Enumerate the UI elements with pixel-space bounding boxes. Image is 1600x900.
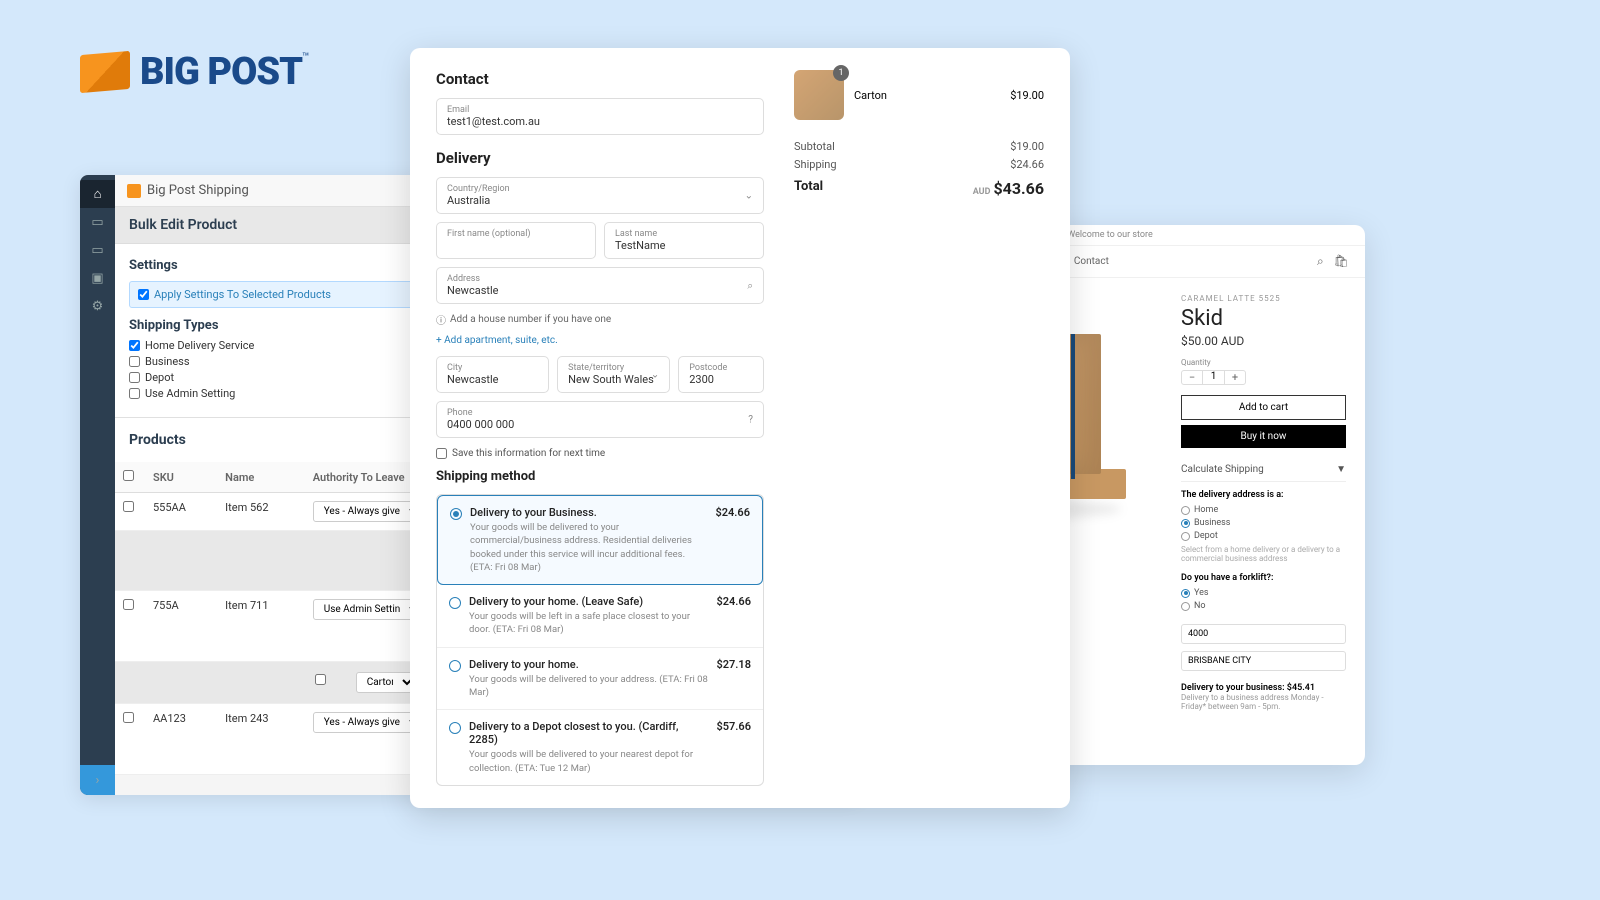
qty-plus-button[interactable]: +: [1225, 371, 1245, 384]
apply-settings-checkbox[interactable]: [138, 289, 149, 300]
delivery-result-desc: Delivery to a business address Monday - …: [1181, 693, 1346, 711]
chevron-down-icon: ⌄: [745, 190, 753, 201]
addr-depot-radio[interactable]: Depot: [1181, 531, 1346, 541]
cart-qty-badge: 1: [833, 65, 849, 81]
help-icon: ?: [748, 414, 753, 425]
ship-type-admin-checkbox[interactable]: [129, 388, 140, 399]
chevron-down-icon: ⌄: [651, 369, 659, 380]
sidebar-collapse-icon[interactable]: ›: [80, 765, 115, 795]
sidebar-home-icon[interactable]: ⌂: [80, 180, 115, 208]
addr-business-radio[interactable]: Business: [1181, 518, 1346, 528]
postcode-field[interactable]: Postcode2300: [678, 356, 764, 393]
country-select[interactable]: Country/RegionAustralia⌄: [436, 177, 764, 214]
buy-now-button[interactable]: Buy it now: [1181, 425, 1346, 448]
sidebar-archive2-icon[interactable]: ▭: [80, 236, 115, 264]
nav-contact[interactable]: Contact: [1074, 256, 1109, 267]
qty-minus-button[interactable]: −: [1182, 371, 1202, 384]
logo-text: BIG POST: [140, 50, 302, 94]
admin-logo-icon: [127, 184, 141, 198]
add-to-cart-button[interactable]: Add to cart: [1181, 395, 1346, 420]
state-select[interactable]: State/territoryNew South Wales⌄: [557, 356, 670, 393]
addr-home-radio[interactable]: Home: [1181, 505, 1346, 515]
select-all-checkbox[interactable]: [123, 470, 134, 481]
product-title: Skid: [1181, 306, 1346, 331]
delivery-result-title: Delivery to your business: $45.41: [1181, 683, 1346, 693]
email-field[interactable]: Emailtest1@test.com.au: [436, 98, 764, 135]
ship-type-business-checkbox[interactable]: [129, 356, 140, 367]
admin-sidebar: ⌂ ▭ ▭ ▣ ⚙ ›: [80, 175, 115, 795]
checkout-card: Contact Emailtest1@test.com.au Delivery …: [410, 48, 1070, 808]
admin-title: Big Post Shipping: [147, 183, 249, 198]
quantity-stepper[interactable]: − 1 +: [1181, 370, 1246, 385]
product-category: CARAMEL LATTE 5525: [1181, 294, 1346, 303]
phone-field[interactable]: Phone0400 000 000?: [436, 401, 764, 438]
ship-option-home[interactable]: Delivery to your home.Your goods will be…: [437, 648, 763, 711]
chevron-down-icon: ▼: [1336, 464, 1346, 475]
ship-option-leavesafe[interactable]: Delivery to your home. (Leave Safe)Your …: [437, 585, 763, 648]
radio-icon: [450, 508, 462, 520]
fork-no-radio[interactable]: No: [1181, 601, 1346, 611]
bigpost-logo: BIG POST™: [80, 50, 310, 94]
radio-icon: [449, 722, 461, 734]
atl-select[interactable]: Yes - Always give ATL: [313, 712, 423, 733]
ship-type-depot-checkbox[interactable]: [129, 372, 140, 383]
address-field[interactable]: AddressNewcastle⌕: [436, 267, 764, 304]
add-apartment-link[interactable]: + Add apartment, suite, etc.: [436, 335, 764, 346]
ship-type-home-checkbox[interactable]: [129, 340, 140, 351]
contact-heading: Contact: [436, 70, 764, 88]
row-checkbox[interactable]: [123, 712, 134, 723]
cart-thumbnail: 1: [794, 70, 844, 120]
sidebar-archive-icon[interactable]: ▭: [80, 208, 115, 236]
cart-icon[interactable]: 🛍: [1334, 254, 1349, 269]
product-price: $50.00 AUD: [1181, 334, 1346, 348]
address-type-question: The delivery address is a:: [1181, 490, 1346, 500]
first-name-field[interactable]: First name (optional): [436, 222, 596, 259]
col-name[interactable]: Name: [217, 462, 305, 493]
search-icon: ⌕: [747, 280, 753, 291]
shipping-method-heading: Shipping method: [436, 469, 764, 484]
atl-select[interactable]: Use Admin Setting: [313, 599, 423, 620]
forklift-question: Do you have a forklift?:: [1181, 573, 1346, 583]
ship-option-business[interactable]: Delivery to your Business.Your goods wil…: [437, 495, 763, 585]
last-name-field[interactable]: Last nameTestName: [604, 222, 764, 259]
shipping-options: Delivery to your Business.Your goods wil…: [436, 494, 764, 786]
ship-option-depot[interactable]: Delivery to a Depot closest to you. (Car…: [437, 710, 763, 785]
col-sku[interactable]: SKU: [145, 462, 217, 493]
row-checkbox[interactable]: [315, 674, 326, 685]
fork-yes-radio[interactable]: Yes: [1181, 588, 1346, 598]
house-number-info: ⓘAdd a house number if you have one: [436, 312, 764, 327]
sidebar-settings-icon[interactable]: ⚙: [80, 292, 115, 320]
logo-box-icon: [80, 51, 130, 93]
row-checkbox[interactable]: [123, 599, 134, 610]
city-input[interactable]: [1181, 651, 1346, 671]
atl-select[interactable]: Yes - Always give ATL: [313, 501, 423, 522]
sidebar-package-icon[interactable]: ▣: [80, 264, 115, 292]
radio-icon: [449, 660, 461, 672]
package-select[interactable]: Carton: [356, 672, 416, 693]
postcode-input[interactable]: [1181, 624, 1346, 644]
radio-icon: [449, 597, 461, 609]
row-checkbox[interactable]: [123, 501, 134, 512]
save-info-checkbox[interactable]: Save this information for next time: [436, 448, 764, 459]
delivery-heading: Delivery: [436, 149, 764, 167]
cart-item: 1 Carton $19.00: [794, 70, 1044, 120]
city-field[interactable]: CityNewcastle: [436, 356, 549, 393]
calculate-shipping-toggle[interactable]: Calculate Shipping▼: [1181, 458, 1346, 482]
search-icon[interactable]: ⌕: [1317, 254, 1324, 269]
info-icon: ⓘ: [436, 312, 446, 327]
